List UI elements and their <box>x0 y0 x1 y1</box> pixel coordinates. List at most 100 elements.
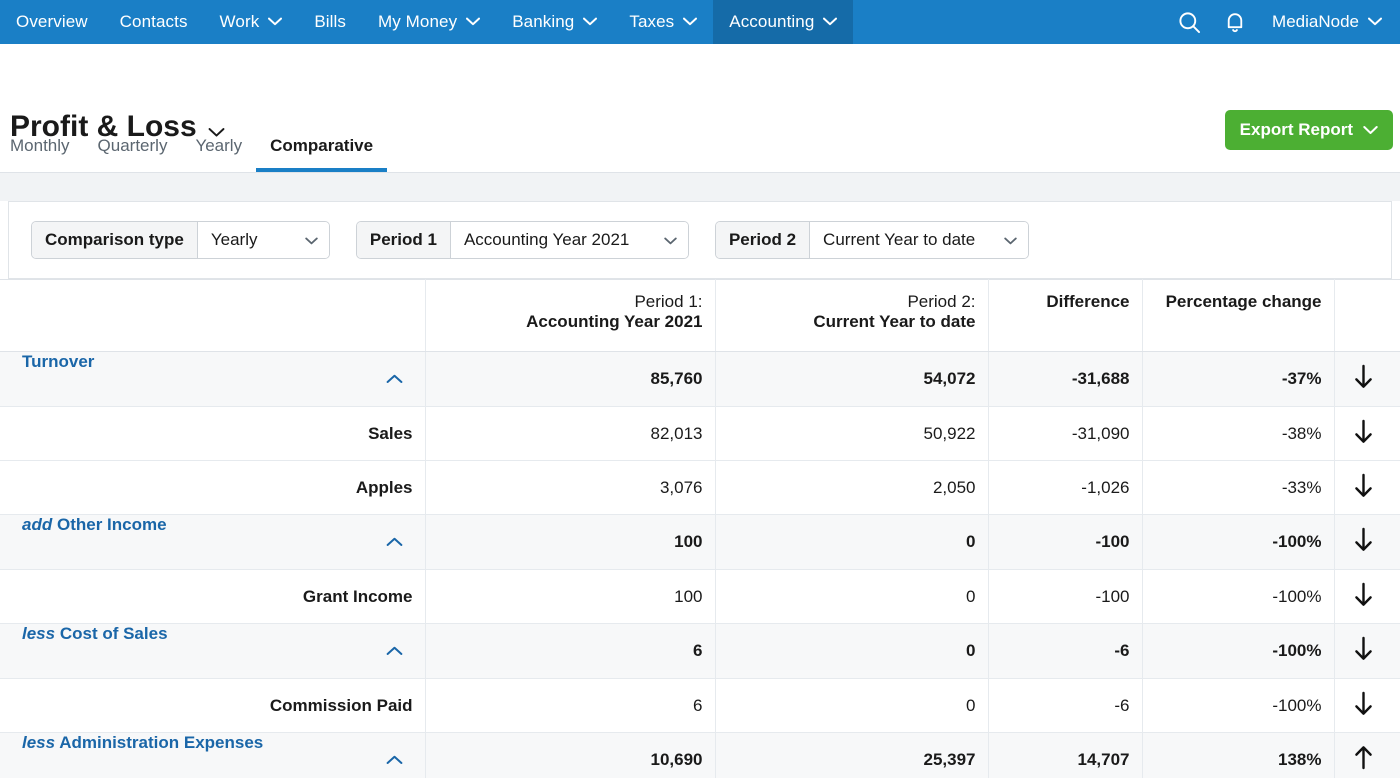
table-group-row[interactable]: less Administration Expenses 10,690 25,39… <box>0 732 1400 778</box>
nav-item-banking[interactable]: Banking <box>496 0 613 44</box>
nav-item-work[interactable]: Work <box>204 0 299 44</box>
table-group-row[interactable]: add Other Income 100 0 -100 -100% <box>0 514 1400 570</box>
row-period1-value: 85,760 <box>425 351 716 407</box>
filter-label-period-1: Period 1 <box>356 222 451 258</box>
nav-item-label: Work <box>219 12 260 31</box>
row-period1-value: 3,076 <box>425 460 716 515</box>
filter-bar: Comparison type Yearly Period 1 Accounting… <box>9 202 1391 278</box>
filter-comparison-type: Comparison type Yearly <box>31 221 330 259</box>
chevron-down-icon <box>1004 230 1017 250</box>
filter-select-period-2[interactable]: Current Year to date <box>810 222 1029 258</box>
column-header-name <box>0 279 426 352</box>
table-header-row: Period 1: Accounting Year 2021 Period 2:… <box>0 279 1400 352</box>
profit-loss-table: Period 1: Accounting Year 2021 Period 2:… <box>0 279 1400 778</box>
trend-down-icon <box>1334 678 1400 733</box>
row-percentage-value: -37% <box>1142 351 1335 407</box>
chevron-up-icon[interactable] <box>386 733 403 778</box>
nav-item-overview[interactable]: Overview <box>0 0 104 44</box>
column-header-period1: Period 1: Accounting Year 2021 <box>425 279 716 352</box>
trend-down-icon <box>1334 514 1400 570</box>
table-row: Apples 3,076 2,050 -1,026 -33% <box>0 460 1400 515</box>
nav-item-label: Accounting <box>729 12 815 31</box>
chevron-down-icon <box>583 17 598 26</box>
nav-item-taxes[interactable]: Taxes <box>613 0 713 44</box>
row-name-cell: Turnover <box>0 351 426 407</box>
row-name-cell: less Administration Expenses <box>0 732 426 778</box>
report-card: Comparison type Yearly Period 1 Accounting… <box>8 201 1392 279</box>
row-period1-value: 100 <box>425 569 716 624</box>
top-navbar: Overview Contacts Work Bills My Money Banki… <box>0 0 1400 44</box>
row-period2-value: 0 <box>715 623 989 679</box>
table-group-row[interactable]: less Cost of Sales 6 0 -6 -100% <box>0 623 1400 679</box>
row-period2-value: 2,050 <box>715 460 989 515</box>
chevron-up-icon[interactable] <box>386 624 403 678</box>
row-period2-value: 0 <box>715 514 989 570</box>
table-header: Period 1: Accounting Year 2021 Period 2:… <box>0 279 1400 352</box>
row-name: Grant Income <box>302 586 413 606</box>
row-name: Apples <box>355 477 413 497</box>
row-period1-value: 82,013 <box>425 406 716 461</box>
group-row-label[interactable]: less Administration Expenses <box>22 733 263 753</box>
row-period2-value: 50,922 <box>715 406 989 461</box>
group-row-label[interactable]: Turnover <box>22 352 94 372</box>
column-header-period1-line1: Period 1: <box>634 292 703 311</box>
chevron-down-icon <box>305 230 318 250</box>
column-header-difference: Difference <box>988 279 1143 352</box>
group-row-name: Turnover <box>22 352 95 371</box>
filter-select-period-1[interactable]: Accounting Year 2021 <box>450 222 688 258</box>
column-header-period2: Period 2: Current Year to date <box>715 279 989 352</box>
chevron-down-icon <box>1363 120 1378 140</box>
row-difference-value: -100 <box>988 514 1143 570</box>
nav-item-accounting[interactable]: Accounting <box>713 0 854 44</box>
page-header: Profit & Loss Export Report Monthly Quart… <box>0 44 1400 173</box>
filter-value-period-2: Current Year to date <box>823 230 976 249</box>
filter-select-comparison-type[interactable]: Yearly <box>197 222 329 258</box>
nav-right-cluster: MediaNode <box>1166 0 1400 44</box>
row-period2-value: 0 <box>715 678 989 733</box>
content-band <box>0 173 1400 201</box>
chevron-down-icon <box>466 17 481 26</box>
nav-item-label: Overview <box>16 12 88 31</box>
user-name: MediaNode <box>1272 12 1359 31</box>
table-row: Commission Paid 6 0 -6 -100% <box>0 678 1400 733</box>
row-percentage-value: -38% <box>1142 406 1335 461</box>
row-percentage-value: 138% <box>1142 732 1335 778</box>
search-icon[interactable] <box>1166 0 1212 44</box>
group-row-label[interactable]: less Cost of Sales <box>22 624 168 644</box>
group-row-keyword: less <box>22 733 56 752</box>
group-row-name: Other Income <box>56 515 167 534</box>
tab-monthly[interactable]: Monthly <box>10 136 84 172</box>
export-report-button[interactable]: Export Report <box>1224 110 1393 150</box>
nav-item-contacts[interactable]: Contacts <box>104 0 204 44</box>
table-row: Grant Income 100 0 -100 -100% <box>0 569 1400 624</box>
row-percentage-value: -100% <box>1142 569 1335 624</box>
row-name-cell: Apples <box>0 460 426 515</box>
group-row-keyword: add <box>22 515 53 534</box>
chevron-up-icon[interactable] <box>386 515 403 569</box>
nav-item-label: Taxes <box>629 12 675 31</box>
nav-item-label: Bills <box>314 12 346 31</box>
nav-item-label: My Money <box>377 12 458 31</box>
tab-yearly[interactable]: Yearly <box>181 136 256 172</box>
tab-comparative[interactable]: Comparative <box>256 136 388 172</box>
user-menu[interactable]: MediaNode <box>1258 12 1392 32</box>
filter-label-period-2: Period 2 <box>715 222 811 258</box>
group-row-name: Cost of Sales <box>59 624 168 643</box>
group-row-label[interactable]: add Other Income <box>22 515 167 535</box>
column-header-percentage-change: Percentage change <box>1142 279 1335 352</box>
trend-down-icon <box>1334 406 1400 461</box>
trend-down-icon <box>1334 460 1400 515</box>
bell-icon[interactable] <box>1212 0 1258 44</box>
table-group-row[interactable]: Turnover 85,760 54,072 -31,688 -37% <box>0 351 1400 407</box>
row-difference-value: -31,090 <box>988 406 1143 461</box>
row-name-cell: less Cost of Sales <box>0 623 426 679</box>
column-header-period2-line1: Period 2: <box>907 292 976 311</box>
nav-item-my-money[interactable]: My Money <box>362 0 496 44</box>
tab-quarterly[interactable]: Quarterly <box>84 136 182 172</box>
nav-item-bills[interactable]: Bills <box>298 0 362 44</box>
row-difference-value: -31,688 <box>988 351 1143 407</box>
group-row-keyword: less <box>22 624 56 643</box>
nav-item-label: Banking <box>512 12 575 31</box>
filter-value-comparison-type: Yearly <box>210 230 258 249</box>
chevron-up-icon[interactable] <box>386 352 403 406</box>
